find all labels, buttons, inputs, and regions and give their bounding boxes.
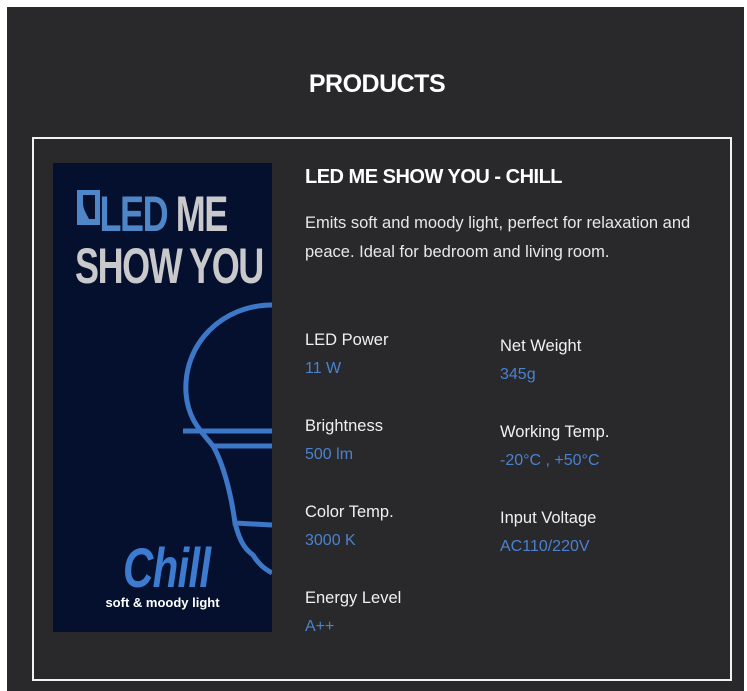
spec-net-weight: Net Weight 345g xyxy=(500,337,581,384)
spec-value: -20°C , +50°C xyxy=(500,452,600,469)
image-script-text: Chill xyxy=(123,536,211,599)
spec-value: AC110/220V xyxy=(500,538,590,555)
section-title: PRODUCTS xyxy=(308,70,446,98)
spec-label: Net Weight xyxy=(500,337,582,355)
spec-value: 345g xyxy=(500,366,536,383)
spec-brightness: Brightness 500 lm xyxy=(305,417,383,464)
spec-working-temp: Working Temp. -20°C , +50°C xyxy=(500,423,609,470)
spec-label: Energy Level xyxy=(305,589,402,607)
spec-label: Working Temp. xyxy=(500,423,610,441)
product-image: LED ME SHOW YOU Chill soft & moody light xyxy=(53,163,272,632)
spec-input-voltage: Input Voltage AC110/220V xyxy=(500,509,596,556)
spec-label: Color Temp. xyxy=(305,503,394,521)
spec-led-power: LED Power 11 W xyxy=(305,331,388,378)
spec-label: Brightness xyxy=(305,417,383,435)
brand-logo: LED ME SHOW YOU xyxy=(75,186,264,294)
image-tagline: soft & moody light xyxy=(105,595,220,610)
spec-color-temp: Color Temp. 3000 K xyxy=(305,503,394,550)
spec-value: A++ xyxy=(305,618,335,635)
spec-value: 11 W xyxy=(305,360,342,377)
spec-label: Input Voltage xyxy=(500,509,597,527)
spec-value: 3000 K xyxy=(305,532,356,549)
product-name: LED ME SHOW YOU - CHILL xyxy=(305,166,563,188)
spec-label: LED Power xyxy=(305,331,389,349)
spec-value: 500 lm xyxy=(305,446,354,463)
spec-energy-level: Energy Level A++ xyxy=(305,589,401,636)
product-description: Emits soft and moody light, perfect for … xyxy=(305,214,691,261)
